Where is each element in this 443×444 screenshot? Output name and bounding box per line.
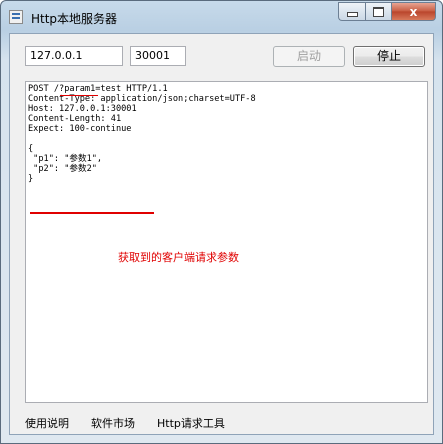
stop-button[interactable]: 停止: [353, 46, 425, 67]
close-button[interactable]: x: [391, 2, 436, 21]
minimize-button[interactable]: [338, 2, 365, 21]
minimize-icon: [346, 12, 358, 17]
request-log-textarea[interactable]: POST /?param1=test HTTP/1.1 Content-Type…: [25, 81, 428, 403]
menu-item-instructions[interactable]: 使用说明: [25, 415, 69, 431]
client-area: 127.0.0.1 30001 启动 停止 POST /?param1=test…: [9, 33, 434, 435]
app-window: Http本地服务器 x 127.0.0.1 30001 启动 停止 POST /…: [0, 0, 443, 444]
menu-item-software-market[interactable]: 软件市场: [91, 415, 135, 431]
window-title: Http本地服务器: [31, 12, 118, 26]
query-param-underline: [60, 95, 98, 96]
ip-address-input[interactable]: 127.0.0.1: [25, 46, 123, 66]
maximize-button[interactable]: [365, 2, 391, 21]
port-input[interactable]: 30001: [130, 46, 186, 66]
app-window-icon: [9, 10, 23, 24]
body-underline: [30, 212, 154, 214]
request-log-text: POST /?param1=test HTTP/1.1 Content-Type…: [28, 84, 256, 184]
caption-buttons: x: [338, 2, 436, 21]
title-bar[interactable]: Http本地服务器 x: [1, 1, 442, 33]
start-button[interactable]: 启动: [273, 46, 345, 67]
annotation-text: 获取到的客户端请求参数: [118, 251, 239, 264]
close-icon: x: [409, 4, 418, 19]
maximize-icon: [373, 6, 384, 17]
bottom-menu: 使用说明 软件市场 Http请求工具: [25, 415, 247, 431]
menu-item-http-tool[interactable]: Http请求工具: [157, 415, 225, 431]
